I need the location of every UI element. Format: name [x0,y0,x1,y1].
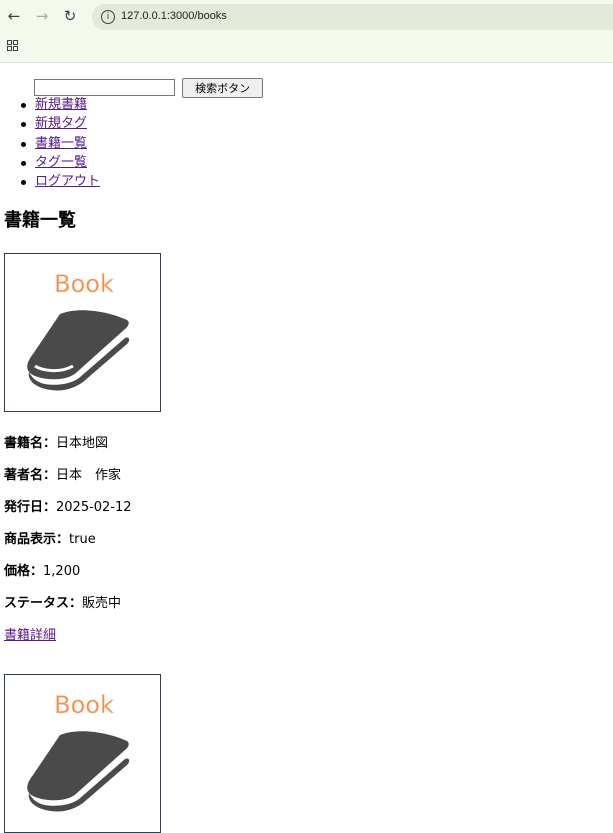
nav-item-logout: ログアウト [20,172,100,191]
nav-item-book-list: 書籍一覧 [20,134,100,153]
book-field-title: 書籍名：日本地図 [4,436,109,451]
book-field-author: 著者名：日本 作家 [4,468,122,483]
forward-arrow-icon[interactable]: → [31,5,53,27]
book-card: Book [4,674,161,833]
browser-toolbar: ← → ↻ i 127.0.0.1:3000/books [0,0,613,63]
nav-item-new-tag: 新規タグ [20,114,100,133]
url-text: 127.0.0.1:3000/books [121,10,227,22]
book-detail-link[interactable]: 書籍詳細 [4,624,56,643]
nav-item-tag-list: タグ一覧 [20,153,100,172]
search-input[interactable] [34,79,175,96]
book-field-status: ステータス：販売中 [4,596,122,611]
book-card: Book 書籍名：日本地図 著者名：日本 作家 発行日：2025-02-12 商… [4,253,161,643]
nav-link-new-tag[interactable]: 新規タグ [35,116,87,131]
nav-link-book-list[interactable]: 書籍一覧 [35,136,87,151]
nav-item-new-book: 新規書籍 [20,95,100,114]
book-field-price: 価格：1,200 [4,564,81,579]
search-button[interactable]: 検索ボタン [182,77,264,98]
reload-icon[interactable]: ↻ [59,5,81,27]
apps-grid-icon[interactable] [7,40,18,51]
book-image: Book [4,674,161,833]
book-image-text: Book [54,270,114,298]
book-image-text: Book [54,691,114,719]
back-arrow-icon[interactable]: ← [3,5,25,27]
address-bar[interactable]: i 127.0.0.1:3000/books [92,4,613,30]
nav-link-tag-list[interactable]: タグ一覧 [35,155,87,170]
nav-list: 新規書籍 新規タグ 書籍一覧 タグ一覧 ログアウト [0,95,100,191]
book-icon [27,731,130,812]
site-info-icon[interactable]: i [101,10,115,24]
book-icon [27,310,130,391]
nav-link-logout[interactable]: ログアウト [35,174,100,189]
nav-link-new-book[interactable]: 新規書籍 [35,97,87,112]
book-field-date: 発行日：2025-02-12 [4,500,132,515]
page-title: 書籍一覧 [4,210,76,231]
book-image: Book [4,253,161,412]
book-field-visible: 商品表示：true [4,532,96,547]
